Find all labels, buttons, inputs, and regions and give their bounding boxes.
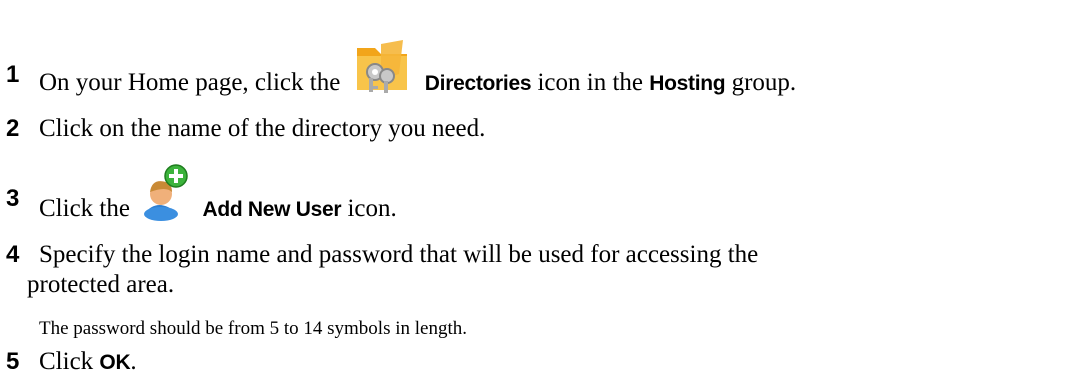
step-number: 4 (6, 241, 20, 268)
step-number: 3 (6, 185, 20, 212)
step-text-line-2: protected area. (27, 271, 175, 298)
step-number: 2 (6, 115, 20, 142)
step-text: On your Home page, click the Directories… (39, 40, 796, 104)
step-number: 5 (6, 348, 20, 375)
directories-folder-key-icon (351, 40, 413, 104)
ui-label-hosting: Hosting (649, 72, 726, 95)
ui-label-ok: OK (99, 351, 131, 374)
step-number: 1 (6, 61, 20, 88)
ui-label-add-new-user: Add New User (202, 198, 342, 221)
add-new-user-icon (140, 164, 190, 230)
step-text: Click the Add New User icon. (39, 164, 397, 230)
step-text: Click on the name of the directory you n… (39, 115, 486, 142)
step-text: Click OK. (39, 348, 137, 375)
step-text-line-1: Specify the login name and password that… (39, 241, 759, 268)
ui-label-directories: Directories (424, 72, 532, 95)
step-note: The password should be from 5 to 14 symb… (39, 318, 467, 339)
